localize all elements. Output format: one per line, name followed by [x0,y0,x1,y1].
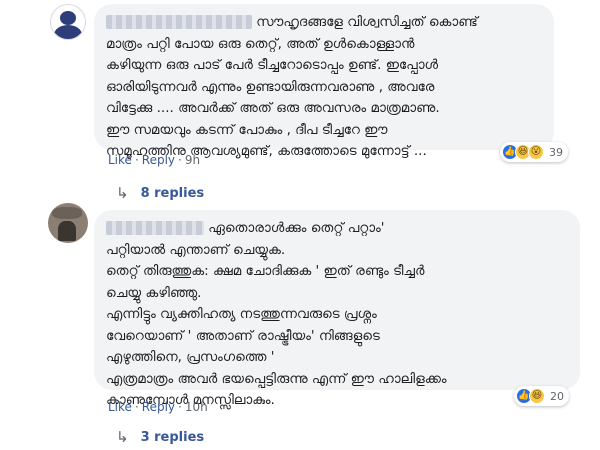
avatar-photo-shape [58,221,76,241]
comment-actions: Like · Reply · 10h [108,400,208,414]
like-link[interactable]: Like [108,400,132,414]
replies-count-label[interactable]: 8 replies [141,186,205,201]
separator-dot: · [178,153,182,167]
comment-bubble: ▒▒▒▒▒▒▒▒▒▒▒▒ സൗഹൃദങ്ങളേ വിശ്വസിച്ചത് കൊണ… [94,4,554,159]
avatar-head-shape [60,11,76,25]
reaction-summary[interactable]: 👍 😆 20 [514,386,569,406]
reaction-count: 39 [549,145,563,159]
avatar[interactable] [48,203,88,243]
like-link[interactable]: Like [108,153,132,167]
comment-text: ▒▒▒▒▒▒▒▒ ഏതൊരാൾക്കും തെറ്റ് പറ്റാം' പറ്റ… [106,218,568,412]
reaction-summary[interactable]: 👍 😆 😮 39 [500,142,568,162]
comment-author-name[interactable]: ▒▒▒▒▒▒▒▒▒▒▒▒ [106,15,252,29]
comment-body: മാത്രം പറ്റി പോയ ഒരു തെറ്റ്, അത് ഉൾകൊള്ള… [106,35,440,160]
wow-icon: 😮 [528,144,544,160]
comment-timestamp[interactable]: 10h [185,400,208,414]
separator-dot: · [178,400,182,414]
separator-dot: · [134,400,139,414]
haha-icon: 😆 [529,388,545,404]
comment-actions: Like · Reply · 9h [108,153,200,167]
avatar[interactable] [50,4,86,40]
view-replies-link[interactable]: ↳ 8 replies [116,184,204,202]
comment-text: ▒▒▒▒▒▒▒▒▒▒▒▒ സൗഹൃദങ്ങളേ വിശ്വസിച്ചത് കൊണ… [106,12,542,163]
avatar-body-shape [54,25,82,39]
reply-link[interactable]: Reply [142,400,175,414]
avatar-photo-shape [52,207,82,219]
reaction-count: 20 [550,389,564,403]
comment-bubble: ▒▒▒▒▒▒▒▒ ഏതൊരാൾക്കും തെറ്റ് പറ്റാം' പറ്റ… [94,210,580,408]
reply-link[interactable]: Reply [142,153,175,167]
comment-timestamp[interactable]: 9h [185,153,200,167]
comment-body: പറ്റിയാൽ എന്താണ് ചെയ്യുക. തെറ്റ് തിരുത്ത… [106,241,447,409]
separator-dot: · [134,153,139,167]
comment-first-line: ഏതൊരാൾക്കും തെറ്റ് പറ്റാം' [208,220,385,236]
replies-count-label[interactable]: 3 replies [141,430,205,445]
view-replies-link[interactable]: ↳ 3 replies [116,428,204,446]
comment-author-name[interactable]: ▒▒▒▒▒▒▒▒ [106,221,204,235]
reply-arrow-icon: ↳ [116,184,129,202]
comment-first-line: സൗഹൃദങ്ങളേ വിശ്വസിച്ചത് കൊണ്ട് [256,14,478,30]
reply-arrow-icon: ↳ [116,428,129,446]
